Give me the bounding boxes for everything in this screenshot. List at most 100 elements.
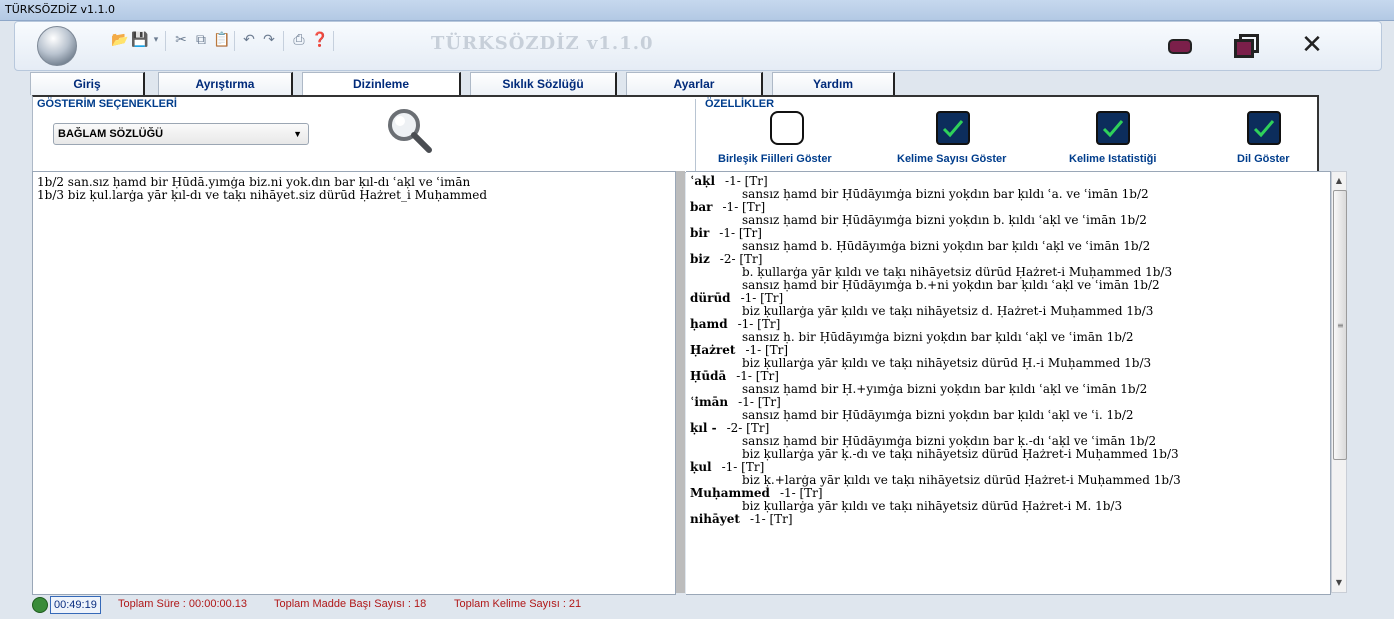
close-icon: ✕	[1301, 30, 1323, 60]
print-icon[interactable]: ⎙	[291, 32, 307, 48]
headword: ʿaḳl	[690, 174, 716, 188]
help-icon[interactable]: ❓	[311, 32, 328, 48]
save-dropdown-icon[interactable]: ▾	[148, 32, 164, 48]
checkbox-dil-goster[interactable]	[1247, 111, 1281, 145]
headword: Muḥammed	[690, 486, 770, 500]
context-line: sansız ḥamd bir Ḥūdāyımġa bizni yoḳdın b…	[742, 213, 1147, 227]
tab-giris[interactable]: Giriş	[30, 72, 145, 95]
headword: dürūd	[690, 291, 731, 305]
app-menu-orb[interactable]	[37, 26, 77, 66]
headword: ʿimān	[690, 395, 729, 409]
label-kelime-istatistigi: Kelime Istatistiği	[1069, 153, 1157, 165]
entry-tag: -1- [Tr]	[721, 460, 765, 474]
source-line: 1b/3 biz ḳul.larġa yār ḳıl-dı ve taḳı ni…	[37, 188, 488, 202]
headword: bir	[690, 226, 710, 240]
display-options-title: GÖSTERİM SEÇENEKLERİ	[37, 98, 177, 110]
entry-tag: -1- [Tr]	[719, 226, 762, 240]
copy-icon[interactable]: ⧉	[193, 32, 209, 48]
headword: ḳul	[690, 460, 712, 474]
entry-tag: -1- [Tr]	[725, 174, 768, 188]
label-birlesik-fiiller: Birleşik Fiilleri Göster	[718, 153, 832, 165]
redo-icon[interactable]: ↷	[261, 32, 277, 48]
clock-icon	[32, 597, 48, 613]
maximize-button[interactable]	[1230, 31, 1259, 59]
ribbon-panel: GÖSTERİM SEÇENEKLERİ BAĞLAM SÖZLÜĞÜ ▼ ÖZ…	[32, 95, 1319, 173]
context-line: biz ḳullarġa yār ḳıldı ve taḳı nihāyetsi…	[742, 304, 1154, 318]
checkbox-kelime-sayisi[interactable]	[936, 111, 970, 145]
index-pane[interactable]: ʿaḳl -1- [Tr] sansız ḥamd bir Ḥūdāyımġa bi…	[686, 171, 1331, 595]
context-line: sansız ḥamd bir Ḥūdāyımġa b.+ni yoḳdın b…	[742, 278, 1160, 292]
entry-tag: -2- [Tr]	[726, 421, 770, 435]
maximize-icon	[1234, 39, 1254, 58]
folder-open-icon[interactable]: 📂	[111, 32, 128, 48]
index-entry-head: nihāyet -1- [Tr]	[690, 513, 793, 526]
headword: biz	[690, 252, 710, 266]
title-bar: TÜRKSÖZDİZ v1.1.0	[0, 0, 1394, 21]
checkbox-kelime-istatistigi[interactable]	[1096, 111, 1130, 145]
entry-tag: -1- [Tr]	[722, 200, 766, 214]
word-count: Toplam Kelime Sayısı : 21	[454, 598, 582, 610]
tab-ayarlar[interactable]: Ayarlar	[626, 72, 763, 95]
context-line: sansız ḥamd b. Ḥūdāyımġa bizni yoḳdın ba…	[742, 239, 1151, 253]
checkbox-birlesik-fiiller[interactable]	[770, 111, 804, 145]
entry-tag: -1- [Tr]	[745, 343, 789, 357]
toolbar-separator	[234, 31, 235, 51]
tab-ayristirma[interactable]: Ayrıştırma	[158, 72, 293, 95]
elapsed-time: 00:49:19	[50, 596, 101, 614]
entry-tag: -2- [Tr]	[719, 252, 763, 266]
context-line: sansız ḥamd bir Ḥ.+yımġa bizni yoḳdın ba…	[742, 382, 1148, 396]
headword-count: Toplam Madde Başı Sayısı : 18	[274, 598, 427, 610]
context-line: sansız ḥamd bir Ḥūdāyımġa bizni yoḳdın b…	[742, 408, 1134, 422]
grip-icon: ≡	[1337, 321, 1344, 330]
checkmark-icon	[1102, 120, 1124, 138]
app-title: TÜRKSÖZDİZ v1.1.0	[431, 33, 654, 54]
pane-splitter[interactable]	[676, 171, 685, 593]
close-button[interactable]: ✕	[1298, 31, 1326, 59]
label-kelime-sayisi: Kelime Sayısı Göster	[897, 153, 1007, 165]
display-mode-value: BAĞLAM SÖZLÜĞÜ	[58, 128, 164, 140]
headword: ḳıl -	[690, 421, 717, 435]
index-scrollbar[interactable]: ▲ ≡ ▼	[1331, 171, 1347, 593]
status-bar: 00:49:19 Toplam Süre : 00:00:00.13 Topla…	[32, 596, 1332, 614]
context-line: sansız ḥamd bir Ḥūdāyımġa bizni yoḳdın b…	[742, 187, 1149, 201]
chevron-down-icon: ▼	[293, 129, 302, 139]
context-line: biz ḳullarġa yār ḳıldı ve taḳı nihāyetsi…	[742, 356, 1152, 370]
window-title: TÜRKSÖZDİZ v1.1.0	[5, 3, 116, 16]
app-header: 📂 💾 ▾ ✂ ⧉ 📋 ↶ ↷ ⎙ ❓ TÜRKSÖZDİZ v1.1.0 ✕	[14, 21, 1382, 71]
checkmark-icon	[942, 120, 964, 138]
headword: ḥamd	[690, 317, 728, 331]
context-line: biz ḳullarġa yār ḳ.-dı ve taḳı nihāyetsi…	[742, 447, 1179, 461]
group-divider	[695, 99, 696, 171]
cut-icon[interactable]: ✂	[173, 32, 189, 48]
source-text-pane[interactable]: 1b/2 san.sız ḥamd bir Ḥūdā.yımġa biz.ni …	[32, 171, 676, 595]
paste-icon[interactable]: 📋	[213, 32, 230, 48]
headword: Ḥażret	[690, 343, 736, 357]
tab-dizinleme[interactable]: Dizinleme	[302, 72, 461, 97]
tab-yardim[interactable]: Yardım	[772, 72, 895, 95]
scroll-up-icon[interactable]: ▲	[1332, 174, 1346, 188]
display-mode-select[interactable]: BAĞLAM SÖZLÜĞÜ ▼	[53, 123, 309, 145]
save-icon[interactable]: 💾	[131, 32, 148, 48]
context-line: sansız ḥ. bir Ḥūdāyımġa bizni yoḳdın bar…	[742, 330, 1134, 344]
label-dil-goster: Dil Göster	[1237, 153, 1290, 165]
toolbar-separator	[165, 31, 166, 51]
scroll-down-icon[interactable]: ▼	[1332, 576, 1346, 590]
scroll-thumb[interactable]: ≡	[1333, 190, 1347, 460]
entry-tag: -1- [Tr]	[738, 395, 781, 409]
toolbar-separator	[333, 31, 334, 51]
headword: Ḥūdā	[690, 369, 727, 383]
undo-icon[interactable]: ↶	[241, 32, 257, 48]
headword: nihāyet	[690, 512, 740, 526]
context-line: biz ḳullarġa yār ḳıldı ve taḳı nihāyetsi…	[742, 499, 1123, 513]
minimize-icon	[1168, 39, 1192, 54]
minimize-button[interactable]	[1165, 31, 1193, 59]
entry-tag: -1- [Tr]	[779, 486, 823, 500]
total-time: Toplam Süre : 00:00:00.13	[118, 598, 248, 610]
features-title: ÖZELLİKLER	[705, 98, 775, 110]
toolbar-separator	[283, 31, 284, 51]
tab-siklik-sozlugu[interactable]: Sıklık Sözlüğü	[470, 72, 617, 95]
magnifier-icon[interactable]	[385, 106, 433, 154]
entry-tag: -1- [Tr]	[737, 317, 781, 331]
entry-tag: -1- [Tr]	[736, 369, 779, 383]
checkmark-icon	[1253, 120, 1275, 138]
